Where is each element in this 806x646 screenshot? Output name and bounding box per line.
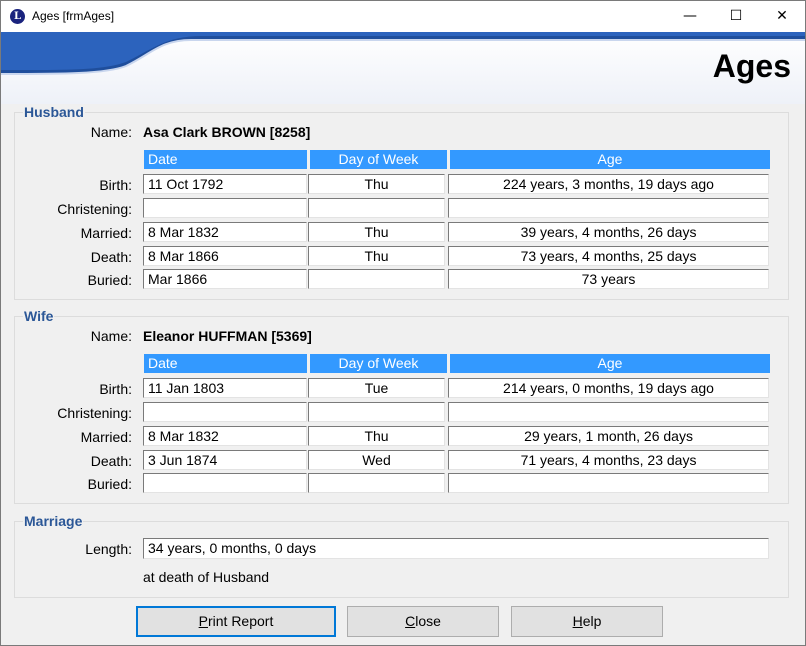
wife-married-label: Married:: [80, 429, 132, 445]
wife-col-date: Date: [144, 354, 307, 373]
husband-buried-date: Mar 1866: [143, 269, 307, 289]
husband-birth-label: Birth:: [99, 177, 132, 193]
ages-window: L Ages [frmAges] — ☐ ✕ Ages Husband Name…: [0, 0, 806, 646]
husband-name: Asa Clark BROWN [8258]: [143, 124, 311, 140]
husband-buried-age: 73 years: [448, 269, 769, 289]
print-report-button[interactable]: Print Report: [136, 606, 336, 637]
wife-married-age: 29 years, 1 month, 26 days: [448, 426, 769, 446]
husband-death-age: 73 years, 4 months, 25 days: [448, 246, 769, 266]
husband-married-date: 8 Mar 1832: [143, 222, 307, 242]
wife-christening-label: Christening:: [57, 405, 132, 421]
wife-married-date: 8 Mar 1832: [143, 426, 307, 446]
marriage-note: at death of Husband: [143, 569, 270, 585]
minimize-button[interactable]: —: [667, 1, 713, 32]
wife-col-age: Age: [450, 354, 770, 373]
wife-christening-age: [448, 402, 769, 422]
close-label-rest: lose: [415, 613, 441, 629]
husband-col-age: Age: [450, 150, 770, 169]
husband-col-day-of-week: Day of Week: [310, 150, 447, 169]
wife-birth-dow: Tue: [308, 378, 445, 398]
wife-buried-dow: [308, 473, 445, 493]
close-button[interactable]: Close: [347, 606, 499, 637]
wife-buried-age: [448, 473, 769, 493]
husband-married-age: 39 years, 4 months, 26 days: [448, 222, 769, 242]
husband-group: Husband Name: Asa Clark BROWN [8258] Dat…: [14, 104, 789, 300]
husband-buried-label: Buried:: [87, 272, 132, 288]
wife-col-day-of-week: Day of Week: [310, 354, 447, 373]
husband-legend: Husband: [23, 104, 85, 120]
husband-col-date: Date: [144, 150, 307, 169]
husband-christening-label: Christening:: [57, 201, 132, 217]
banner-swoosh-graphic: [1, 32, 805, 75]
app-logo-icon: L: [10, 9, 25, 24]
marriage-legend: Marriage: [23, 513, 84, 529]
husband-christening-dow: [308, 198, 445, 218]
page-title: Ages: [712, 48, 791, 84]
marriage-group: Marriage Length: 34 years, 0 months, 0 d…: [14, 513, 789, 598]
husband-birth-dow: Thu: [308, 174, 445, 194]
husband-birth-date: 11 Oct 1792: [143, 174, 307, 194]
husband-buried-dow: [308, 269, 445, 289]
help-label-rest: elp: [582, 613, 602, 629]
husband-birth-age: 224 years, 3 months, 19 days ago: [448, 174, 769, 194]
husband-married-label: Married:: [80, 225, 132, 241]
wife-name-label: Name:: [90, 328, 132, 344]
wife-birth-label: Birth:: [99, 381, 132, 397]
wife-legend: Wife: [23, 308, 55, 324]
wife-buried-date: [143, 473, 307, 493]
print-label-rest: rint Report: [207, 613, 274, 629]
husband-death-date: 8 Mar 1866: [143, 246, 307, 266]
title-bar[interactable]: L Ages [frmAges] — ☐ ✕: [1, 1, 805, 32]
husband-married-dow: Thu: [308, 222, 445, 242]
marriage-length-value: 34 years, 0 months, 0 days: [143, 538, 769, 559]
print-access-key: P: [198, 613, 208, 629]
wife-birth-date: 11 Jan 1803: [143, 378, 307, 398]
header-banner: Ages: [1, 32, 805, 104]
wife-death-age: 71 years, 4 months, 23 days: [448, 450, 769, 470]
marriage-length-label: Length:: [85, 541, 132, 557]
husband-death-label: Death:: [90, 249, 132, 265]
wife-married-dow: Thu: [308, 426, 445, 446]
wife-name: Eleanor HUFFMAN [5369]: [143, 328, 312, 344]
husband-christening-date: [143, 198, 307, 218]
close-window-button[interactable]: ✕: [759, 1, 805, 32]
wife-death-dow: Wed: [308, 450, 445, 470]
wife-buried-label: Buried:: [87, 476, 132, 492]
wife-group: Wife Name: Eleanor HUFFMAN [5369] Date D…: [14, 308, 789, 504]
husband-christening-age: [448, 198, 769, 218]
window-title: Ages [frmAges]: [32, 9, 115, 23]
help-button[interactable]: Help: [511, 606, 663, 637]
husband-death-dow: Thu: [308, 246, 445, 266]
close-access-key: C: [405, 613, 416, 629]
maximize-button[interactable]: ☐: [713, 1, 759, 32]
wife-death-label: Death:: [90, 453, 132, 469]
wife-death-date: 3 Jun 1874: [143, 450, 307, 470]
wife-birth-age: 214 years, 0 months, 19 days ago: [448, 378, 769, 398]
help-access-key: H: [572, 613, 583, 629]
wife-christening-dow: [308, 402, 445, 422]
husband-name-label: Name:: [90, 124, 132, 140]
wife-christening-date: [143, 402, 307, 422]
